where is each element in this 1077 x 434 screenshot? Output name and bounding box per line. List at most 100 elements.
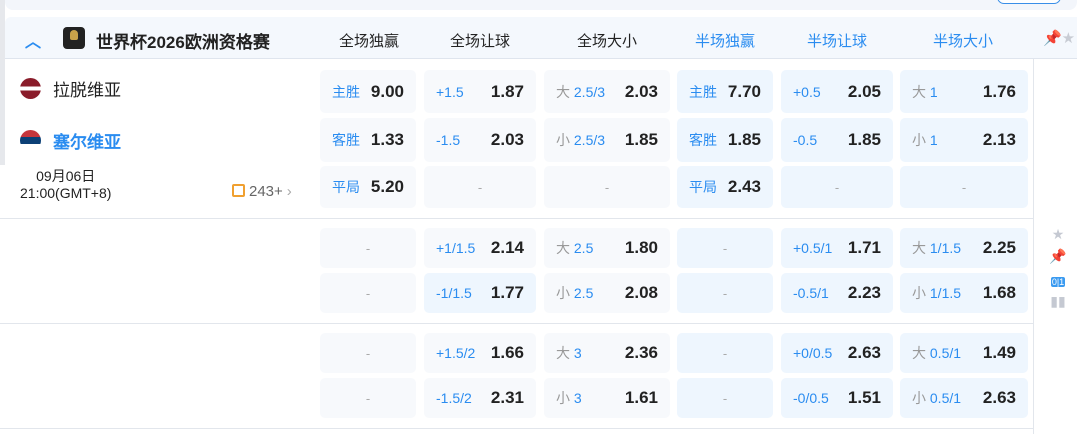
- odds-cell[interactable]: 客胜 1.85: [677, 118, 773, 162]
- empty-odds: -: [477, 179, 483, 195]
- odds-cell[interactable]: -1/1.5 1.77: [424, 273, 536, 313]
- odds-cell[interactable]: 小 0.5/1 2.63: [900, 378, 1028, 418]
- odds-cell[interactable]: +1.5/2 1.66: [424, 333, 536, 373]
- odds-cell[interactable]: 小 1 2.13: [900, 118, 1028, 162]
- odds-line: -0/0.5: [793, 390, 829, 406]
- odds-cell[interactable]: -0/0.5 1.51: [781, 378, 893, 418]
- top-button[interactable]: [997, 0, 1061, 4]
- odds-cell[interactable]: +1/1.5 2.14: [424, 228, 536, 268]
- odds-label: +1/1.5: [436, 240, 475, 256]
- score-icon[interactable]: 0|1: [1049, 272, 1067, 288]
- odds-cell[interactable]: +0.5/1 1.71: [781, 228, 893, 268]
- odds-label: -0.5/1: [793, 285, 829, 301]
- empty-odds: -: [961, 179, 967, 195]
- odds-label: 小 1/1.5: [912, 283, 961, 303]
- odds-label: 小 3: [556, 388, 582, 408]
- odds-cell[interactable]: 主胜 9.00: [320, 70, 416, 113]
- more-markets-link[interactable]: 243+ ›: [232, 183, 292, 200]
- odds-cell[interactable]: 主胜 7.70: [677, 70, 773, 113]
- odds-cell[interactable]: 大 2.5/3 2.03: [544, 70, 670, 113]
- odds-cell[interactable]: +0/0.5 2.63: [781, 333, 893, 373]
- odds-value: 2.03: [624, 81, 658, 101]
- odds-cell[interactable]: 大 1 1.76: [900, 70, 1028, 113]
- pin-icon[interactable]: 📌: [1049, 248, 1067, 265]
- odds-line: +1.5/2: [436, 345, 476, 361]
- odds-cell[interactable]: 小 2.5 2.08: [544, 273, 670, 313]
- odds-value: 1.87: [490, 81, 524, 101]
- column-header: 半场独赢: [694, 33, 756, 50]
- odds-cell[interactable]: +0.5 2.05: [781, 70, 893, 113]
- odds-line: 3: [573, 390, 582, 406]
- odds-value: 7.70: [727, 81, 761, 101]
- odds-cell[interactable]: 大 3 2.36: [544, 333, 670, 373]
- odds-cell[interactable]: 大 2.5 1.80: [544, 228, 670, 268]
- odds-cell[interactable]: 平局 2.43: [677, 166, 773, 208]
- odds-cell[interactable]: 平局 5.20: [320, 166, 416, 208]
- odds-cell: -: [781, 166, 893, 208]
- odds-label: +1.5/2: [436, 345, 475, 361]
- odds-cell[interactable]: 大 1/1.5 2.25: [900, 228, 1028, 268]
- league-header: ︿ 世界杯2026欧洲资格赛 全场独赢 全场让球 全场大小 半场独赢 半场让球 …: [5, 17, 1077, 59]
- odds-line: +1/1.5: [436, 240, 476, 256]
- odds-cell[interactable]: 大 0.5/1 1.49: [900, 333, 1028, 373]
- pin-star-icons[interactable]: 📌★: [1043, 29, 1075, 47]
- odds-cell[interactable]: +1.5 1.87: [424, 70, 536, 113]
- away-team[interactable]: 塞尔维亚: [20, 128, 121, 153]
- odds-value: 2.31: [490, 388, 524, 407]
- stats-icon[interactable]: ▮▮: [1049, 293, 1067, 310]
- match-date: 09月06日: [36, 168, 96, 184]
- odds-line: -1.5: [436, 132, 461, 148]
- empty-odds: -: [722, 285, 728, 301]
- odds-cell: -: [320, 378, 416, 418]
- odds-line: -0.5/1: [793, 285, 829, 301]
- odds-cell[interactable]: -1.5/2 2.31: [424, 378, 536, 418]
- odds-cell[interactable]: 小 2.5/3 1.85: [544, 118, 670, 162]
- odds-line: 1/1.5: [929, 285, 962, 301]
- odds-label: 大 1/1.5: [912, 238, 961, 258]
- match-clock: 21:00(GMT+8): [20, 185, 112, 201]
- odds-line: 客胜: [689, 132, 717, 148]
- column-header: 全场独赢: [338, 33, 400, 50]
- odds-label: 大 3: [556, 343, 582, 363]
- odds-value: 1.85: [624, 130, 658, 149]
- empty-odds: -: [722, 390, 728, 406]
- markets-icon: [232, 184, 245, 197]
- more-count: 243+: [249, 183, 283, 200]
- latvia-flag-icon: [20, 78, 41, 99]
- column-header: 全场让球: [449, 33, 511, 50]
- odds-cell[interactable]: -1.5 2.03: [424, 118, 536, 162]
- odds-cell: -: [320, 228, 416, 268]
- odds-value: 2.03: [490, 130, 524, 149]
- odds-label: 客胜: [689, 130, 717, 150]
- odds-prefix: 小: [556, 132, 570, 148]
- odds-value: 1.66: [490, 343, 524, 362]
- odds-prefix: 大: [556, 240, 570, 256]
- odds-value: 2.25: [982, 238, 1016, 257]
- score-badge: 0|1: [1050, 277, 1066, 287]
- odds-cell[interactable]: -0.5 1.85: [781, 118, 893, 162]
- odds-cell[interactable]: 小 3 1.61: [544, 378, 670, 418]
- odds-line: 2.5: [573, 240, 594, 256]
- chevron-right-icon: ›: [286, 183, 292, 200]
- odds-cell[interactable]: -0.5/1 2.23: [781, 273, 893, 313]
- empty-odds: -: [365, 345, 371, 361]
- odds-cell: -: [320, 333, 416, 373]
- odds-value: 2.36: [624, 343, 658, 362]
- odds-value: 1.85: [847, 130, 881, 149]
- star-icon[interactable]: ★: [1049, 226, 1067, 243]
- home-team[interactable]: 拉脱维亚: [20, 76, 121, 101]
- league-name: 世界杯2026欧洲资格赛: [96, 33, 270, 52]
- odds-value: 2.23: [847, 283, 881, 302]
- collapse-chevron-icon[interactable]: ︿: [25, 28, 41, 52]
- odds-value: 2.08: [624, 283, 658, 302]
- odds-line: +0.5: [793, 83, 821, 100]
- odds-value: 2.13: [982, 130, 1016, 149]
- odds-value: 1.80: [624, 238, 658, 257]
- odds-label: 大 0.5/1: [912, 343, 961, 363]
- divider: [1033, 59, 1034, 434]
- odds-cell[interactable]: 客胜 1.33: [320, 118, 416, 162]
- odds-prefix: 小: [556, 390, 570, 406]
- odds-cell[interactable]: 小 1/1.5 1.68: [900, 273, 1028, 313]
- odds-line: 1: [929, 83, 938, 100]
- odds-label: 主胜: [332, 82, 360, 102]
